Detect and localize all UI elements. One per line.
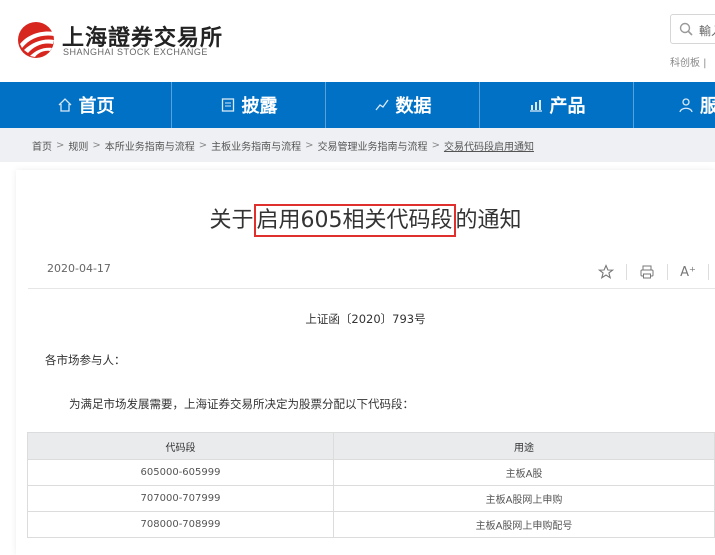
toolbar-divider [708, 264, 709, 280]
breadcrumb-separator: > [92, 139, 101, 151]
publish-date: 2020-04-17 [47, 262, 111, 275]
breadcrumb-separator: > [56, 139, 65, 151]
nav-item-home[interactable]: 首页 [0, 82, 172, 128]
table-cell-purpose: 主板A股 [333, 459, 715, 486]
breadcrumb-separator: > [431, 139, 440, 151]
nav-item-services[interactable]: 服 [634, 82, 715, 128]
table-cell-purpose: 主板A股网上申购 [333, 485, 715, 512]
search-input[interactable]: 輸入 [670, 14, 715, 44]
table-header-purpose: 用途 [333, 432, 715, 460]
toolbar-divider [667, 264, 668, 280]
table-header-row: 代码段 用途 [27, 432, 715, 460]
toolbar-divider [626, 264, 627, 280]
star-icon [598, 264, 614, 279]
breadcrumb-separator: > [305, 139, 314, 151]
sse-logo[interactable]: 上海證券交易所 SHANGHAI STOCK EXCHANGE [16, 18, 222, 62]
table-row: 605000-605999 主板A股 [27, 459, 715, 486]
font-increase-icon: A⁺ [680, 264, 696, 280]
site-header: 上海證券交易所 SHANGHAI STOCK EXCHANGE 輸入 科创板 | [0, 0, 715, 82]
table-cell-code: 707000-707999 [27, 485, 334, 512]
document-icon [221, 98, 234, 112]
sse-logo-icon [18, 22, 54, 58]
main-nav: 首页 披露 数据 产品 服 [0, 82, 715, 128]
table-row: 708000-708999 主板A股网上申购配号 [27, 511, 715, 538]
breadcrumb-current[interactable]: 交易代码段启用通知 [444, 138, 534, 153]
nav-label: 服 [700, 96, 715, 117]
body-paragraph: 为满足市场发展需要，上海证券交易所决定为股票分配以下代码段： [69, 397, 414, 411]
header-divider [28, 288, 715, 289]
product-icon [529, 100, 542, 112]
title-prefix: 关于 [209, 208, 254, 233]
breadcrumb-exchange-guides[interactable]: 本所业务指南与流程 [105, 138, 195, 153]
nav-item-data[interactable]: 数据 [326, 82, 480, 128]
nav-label: 产品 [549, 96, 586, 117]
table-cell-purpose: 主板A股网上申购配号 [333, 511, 715, 538]
document-reference: 上证函〔2020〕793号 [305, 312, 426, 326]
breadcrumb-home[interactable]: 首页 [32, 138, 52, 153]
nav-label: 首页 [78, 96, 115, 117]
article-card: 关于启用605相关代码段的通知 2020-04-17 A⁺ A 上证函〔2020… [16, 170, 715, 555]
nav-item-disclosure[interactable]: 披露 [172, 82, 326, 128]
breadcrumb-trading-guides[interactable]: 交易管理业务指南与流程 [318, 138, 428, 153]
breadcrumb-rules[interactable]: 规则 [68, 138, 88, 153]
greeting-text: 各市场参与人： [45, 353, 126, 367]
title-highlight: 启用605相关代码段 [253, 204, 456, 237]
star-market-link[interactable]: 科创板 | [670, 54, 707, 69]
breadcrumb-main-board-guides[interactable]: 主板业务指南与流程 [211, 138, 301, 153]
search-placeholder: 輸入 [699, 24, 715, 38]
chart-icon [374, 99, 389, 111]
home-icon [58, 98, 71, 112]
print-button[interactable] [637, 263, 657, 281]
service-icon [679, 98, 693, 113]
nav-item-products[interactable]: 产品 [480, 82, 634, 128]
search-icon [679, 22, 693, 36]
table-row: 707000-707999 主板A股网上申购 [27, 485, 715, 512]
favorite-button[interactable] [596, 263, 616, 281]
nav-label: 数据 [395, 96, 432, 117]
table-cell-code: 708000-708999 [27, 511, 334, 538]
logo-english-name: SHANGHAI STOCK EXCHANGE [63, 47, 208, 57]
table-cell-code: 605000-605999 [27, 459, 334, 486]
page-title: 关于 启用605相关代码段 的通知 [16, 202, 715, 237]
font-increase-button[interactable]: A⁺ [678, 263, 698, 281]
nav-label: 披露 [241, 96, 278, 117]
article-toolbar: A⁺ A [596, 262, 715, 282]
title-suffix: 的通知 [455, 208, 522, 233]
print-icon [640, 265, 654, 279]
table-header-code: 代码段 [27, 432, 334, 460]
code-segment-table: 代码段 用途 605000-605999 主板A股 707000-707999 … [27, 432, 715, 538]
breadcrumb-separator: > [198, 139, 208, 151]
breadcrumb: 首页 > 规则 > 本所业务指南与流程 > 主板业务指南与流程 > 交易管理业务… [0, 128, 715, 162]
